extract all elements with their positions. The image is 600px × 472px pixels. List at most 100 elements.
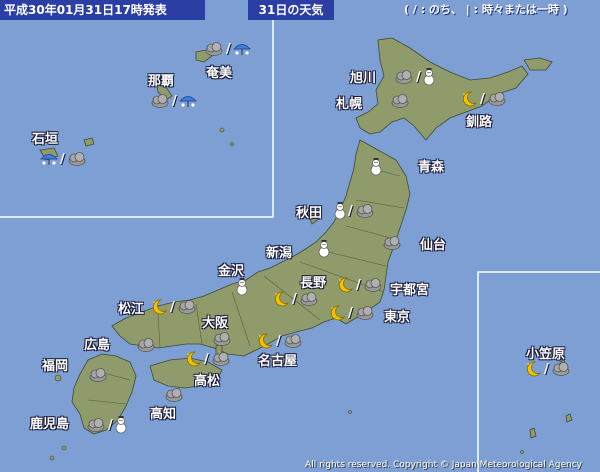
moon-icon: [460, 90, 478, 108]
then-separator: /: [108, 417, 113, 433]
then-separator: /: [226, 41, 231, 57]
umbrella-snow-icon: [232, 41, 251, 57]
forecast-fukuoka: [88, 366, 108, 384]
issue-date-banner: 平成30年01月31日17時発表: [0, 0, 205, 20]
forecast-sapporo: [390, 92, 410, 110]
forecast-asahikawa: /: [394, 68, 435, 86]
city-label-ishigaki: 石垣: [32, 132, 59, 147]
cloud-icon: [299, 291, 319, 307]
cloud-icon: [487, 91, 507, 107]
forecast-tokyo: /: [328, 304, 375, 322]
symbol-legend: ( / : のち、 | : 時々または一時 ): [404, 3, 568, 16]
city-label-nagoya: 名古屋: [258, 354, 298, 369]
city-label-akita: 秋田: [296, 206, 323, 221]
then-separator: /: [480, 91, 485, 107]
forecast-sendai: [382, 234, 402, 252]
japan-map: [0, 20, 600, 472]
snowman-icon: [236, 278, 248, 296]
cloud-icon: [67, 151, 87, 167]
cloud-icon: [212, 331, 232, 347]
weather-map: 平成30年01月31日17時発表 31日の天気 ( / : のち、 | : 時々…: [0, 0, 600, 472]
forecast-ishigaki: /: [40, 150, 87, 168]
snowman-icon: [423, 68, 435, 86]
cloud-icon: [150, 93, 170, 109]
city-label-kochi: 高知: [150, 407, 177, 422]
forecast-nagoya: /: [256, 332, 303, 350]
city-label-utsunomiya: 宇都宮: [390, 283, 430, 298]
city-label-hiroshima: 広島: [84, 338, 111, 353]
hokkaido-east: [523, 57, 553, 71]
city-label-nagano: 長野: [300, 276, 327, 291]
then-separator: /: [348, 203, 353, 219]
city-label-aomori: 青森: [418, 160, 445, 175]
then-separator: /: [348, 305, 353, 321]
then-separator: /: [416, 69, 421, 85]
hokkaido: [355, 37, 529, 141]
cloud-icon: [136, 337, 156, 353]
cloud-icon: [204, 41, 224, 57]
cloud-icon: [363, 277, 383, 293]
cloud-icon: [390, 93, 410, 109]
then-separator: /: [356, 277, 361, 293]
forecast-matsue: /: [150, 298, 197, 316]
moon-icon: [150, 298, 168, 316]
forecast-niigata: [318, 240, 330, 258]
umbrella-snow-icon: [40, 151, 58, 167]
city-label-takamatsu: 高松: [194, 374, 221, 389]
forecast-takamatsu: /: [184, 350, 231, 368]
forecast-kushiro: /: [460, 90, 507, 108]
forecast-kochi: [164, 386, 184, 404]
forecast-kagoshima: /: [86, 416, 127, 434]
then-separator: /: [276, 333, 281, 349]
forecast-nagano: /: [272, 290, 319, 308]
city-label-sendai: 仙台: [420, 238, 447, 253]
iwo-island: [565, 413, 573, 423]
moon-icon: [272, 290, 290, 308]
cloud-icon: [211, 351, 231, 367]
then-separator: /: [292, 291, 297, 307]
then-separator: /: [172, 93, 177, 109]
honshu: [111, 139, 411, 357]
cloud-icon: [164, 387, 184, 403]
forecast-aomori: [370, 158, 382, 176]
city-label-tokyo: 東京: [384, 310, 411, 325]
city-label-kanazawa: 金沢: [218, 264, 245, 279]
city-label-asahikawa: 旭川: [350, 71, 377, 86]
hahajima: [529, 427, 537, 439]
city-label-naha: 那覇: [148, 74, 175, 89]
city-label-sapporo: 札幌: [336, 97, 363, 112]
forecast-amami: /: [204, 40, 251, 58]
cloud-icon: [177, 299, 197, 315]
moon-icon: [184, 350, 202, 368]
cloud-icon: [355, 305, 375, 321]
snowman-icon: [318, 240, 330, 258]
city-label-amami: 奄美: [206, 66, 233, 81]
cloud-icon: [394, 69, 414, 85]
cloud-icon: [355, 203, 375, 219]
moon-icon: [328, 304, 346, 322]
forecast-utsunomiya: /: [336, 276, 383, 294]
copyright-notice: All rights reserved. Copyright © Japan M…: [305, 460, 582, 470]
city-label-fukuoka: 福岡: [42, 359, 69, 374]
then-separator: /: [60, 151, 65, 167]
city-label-matsue: 松江: [118, 302, 145, 317]
moon-icon: [524, 360, 542, 378]
umbrella-snow-icon: [178, 93, 197, 109]
forecast-akita: /: [334, 202, 375, 220]
forecast-naha: /: [150, 92, 197, 110]
moon-icon: [336, 276, 354, 294]
miyako-island: [83, 137, 95, 147]
forecast-hiroshima: [136, 336, 156, 354]
then-separator: /: [204, 351, 209, 367]
city-label-kushiro: 釧路: [466, 115, 493, 130]
forecast-osaka: [212, 330, 232, 348]
cloud-icon: [86, 417, 106, 433]
cloud-icon: [283, 333, 303, 349]
city-label-niigata: 新潟: [266, 246, 293, 261]
cloud-icon: [382, 235, 402, 251]
forecast-kanazawa: [236, 278, 248, 296]
then-separator: /: [170, 299, 175, 315]
snowman-icon: [370, 158, 382, 176]
forecast-title: 31日の天気: [248, 0, 334, 20]
city-label-kagoshima: 鹿児島: [30, 417, 70, 432]
